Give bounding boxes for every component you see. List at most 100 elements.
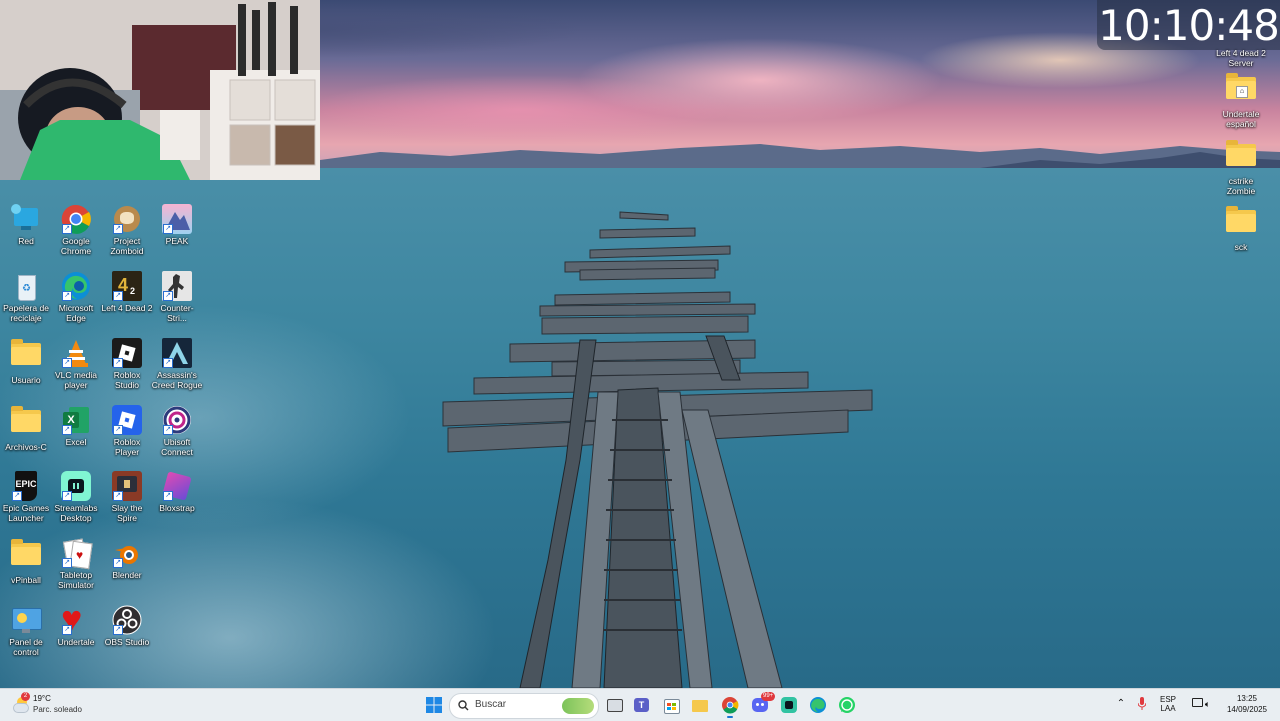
desktop-icon-red[interactable]: Red bbox=[0, 204, 52, 246]
desktop-icon-left4dead2[interactable]: 4 2 ↗ Left 4 Dead 2 bbox=[101, 271, 153, 313]
assassins-creed-icon: ↗ bbox=[162, 338, 192, 368]
desktop-icon-label: Microsoft Edge bbox=[58, 303, 94, 323]
streamlabs-icon bbox=[781, 697, 797, 713]
desktop-icon-blender[interactable]: ↗ Blender bbox=[101, 538, 153, 580]
taskbar-clock[interactable]: 13:25 14/09/2025 bbox=[1222, 694, 1272, 714]
control-panel-icon bbox=[11, 605, 42, 635]
desktop-icon-label: cstrike Zombie bbox=[1226, 176, 1256, 196]
bloxstrap-icon: ↗ bbox=[162, 471, 192, 501]
desktop-icon-project-zomboid[interactable]: ↗ Project Zomboid bbox=[101, 204, 153, 256]
chrome-icon bbox=[722, 697, 739, 714]
microphone-icon bbox=[1137, 697, 1147, 710]
desktop-icon-label: Papelera de reciclaje bbox=[3, 303, 49, 323]
folder-icon bbox=[11, 406, 41, 440]
teams-button[interactable]: T bbox=[632, 695, 652, 715]
desktop-icon-label: Google Chrome bbox=[60, 236, 92, 256]
counter-strike-icon: ↗ bbox=[162, 271, 192, 301]
desktop-icon-google-chrome[interactable]: ↗ Google Chrome bbox=[50, 204, 102, 256]
task-view-button[interactable] bbox=[604, 695, 624, 715]
desktop-icon-archivos-c[interactable]: Archivos-C bbox=[0, 405, 52, 452]
desktop-icon-label: Counter-Stri... bbox=[160, 303, 194, 323]
store-icon bbox=[664, 699, 680, 714]
language-indicator[interactable]: ESP LAA bbox=[1155, 695, 1181, 713]
desktop-icon-label: Archivos-C bbox=[5, 442, 47, 452]
folder-icon bbox=[1226, 206, 1256, 240]
desktop-icon-peak[interactable]: ↗ PEAK bbox=[151, 204, 203, 246]
desktop-icon-roblox-player[interactable]: ↗ Roblox Player bbox=[101, 405, 153, 457]
file-explorer-button[interactable] bbox=[690, 695, 710, 715]
chrome-icon: ↗ bbox=[61, 204, 91, 234]
roblox-studio-icon: ↗ bbox=[112, 338, 142, 368]
desktop-icon-tabletop-simulator[interactable]: ♥ ↗ Tabletop Simulator bbox=[50, 538, 102, 590]
desktop-icon-streamlabs[interactable]: ↗ Streamlabs Desktop bbox=[50, 471, 102, 523]
weather-alert-badge: 2 bbox=[21, 692, 30, 701]
chrome-button[interactable] bbox=[720, 695, 740, 718]
peak-icon: ↗ bbox=[162, 204, 192, 234]
chevron-up-icon: ⌃ bbox=[1116, 698, 1126, 709]
vlc-icon: ↗ bbox=[61, 338, 91, 368]
desktop-icon-vpinball[interactable]: vPinball bbox=[0, 538, 52, 585]
webcam-overlay bbox=[0, 0, 320, 180]
language-line1: ESP bbox=[1159, 695, 1176, 704]
folder-icon bbox=[1226, 140, 1256, 174]
desktop-icon-label: Usuario bbox=[11, 375, 41, 385]
desktop-icon-left4dead2-server[interactable]: Left 4 dead 2 Server bbox=[1215, 38, 1267, 68]
ubisoft-icon: ↗ bbox=[162, 405, 192, 435]
desktop-icon-cstrike-zombie[interactable]: cstrike Zombie bbox=[1215, 139, 1267, 196]
whatsapp-icon bbox=[839, 697, 855, 713]
discord-button[interactable]: 99+ bbox=[750, 692, 776, 715]
language-line2: LAA bbox=[1160, 704, 1176, 713]
store-button[interactable] bbox=[661, 695, 681, 715]
start-button[interactable] bbox=[424, 695, 444, 715]
tabletop-simulator-icon: ♥ ↗ bbox=[61, 538, 93, 570]
desktop-icon-panel-de-control[interactable]: Panel de control bbox=[0, 605, 52, 657]
active-indicator bbox=[727, 716, 733, 718]
desktop-icon-label: Roblox Player bbox=[113, 437, 141, 457]
streamlabs-icon: ↗ bbox=[61, 471, 91, 501]
recycle-bin-icon: ♻ bbox=[11, 271, 41, 301]
desktop-icon-assassins-creed[interactable]: ↗ Assassin's Creed Rogue bbox=[151, 338, 203, 390]
desktop-icon-undertale[interactable]: ♥ ↗ Undertale bbox=[50, 598, 102, 648]
obs-icon: ↗ bbox=[112, 605, 142, 635]
left4dead2-icon: 4 2 ↗ bbox=[112, 271, 142, 301]
desktop-icon-label: sck bbox=[1234, 242, 1248, 252]
weather-icon: 2 bbox=[12, 692, 30, 713]
search-placeholder: Buscar bbox=[475, 699, 507, 710]
folder-icon bbox=[11, 539, 41, 573]
desktop-icon-papelera[interactable]: ♻ Papelera de reciclaje bbox=[0, 271, 52, 323]
whatsapp-button[interactable] bbox=[837, 695, 857, 715]
desktop-icon-roblox-studio[interactable]: ↗ Roblox Studio bbox=[101, 338, 153, 390]
folder-icon bbox=[1226, 38, 1256, 46]
desktop-icon-obs-studio[interactable]: ↗ OBS Studio bbox=[101, 605, 153, 647]
desktop-icon-counter-strike[interactable]: ↗ Counter-Stri... bbox=[151, 271, 203, 323]
edge-button[interactable] bbox=[808, 695, 828, 715]
streamlabs-button[interactable] bbox=[779, 695, 799, 715]
desktop-icon-label: Project Zomboid bbox=[110, 236, 144, 256]
desktop-icon-usuario[interactable]: Usuario bbox=[0, 338, 52, 385]
search-highlight-icon bbox=[562, 698, 594, 714]
desktop-icon-bloxstrap[interactable]: ↗ Bloxstrap bbox=[151, 471, 203, 513]
desktop-icon-sck[interactable]: sck bbox=[1215, 205, 1267, 252]
show-hidden-icons-button[interactable]: ⌃ bbox=[1115, 698, 1127, 709]
desktop-icon-label: Bloxstrap bbox=[159, 503, 195, 513]
desktop-icon-ubisoft-connect[interactable]: ↗ Ubisoft Connect bbox=[151, 405, 203, 457]
quick-settings-button[interactable]: 🔈︎ bbox=[1186, 698, 1216, 710]
epic-games-icon: EPIC ↗ bbox=[11, 471, 41, 501]
windows-icon bbox=[426, 697, 442, 713]
undertale-icon: ♥ ↗ bbox=[61, 598, 83, 639]
desktop-icon-vlc[interactable]: ↗ VLC media player bbox=[50, 338, 102, 390]
edge-icon bbox=[810, 697, 826, 713]
desktop-icon-excel[interactable]: X ↗ Excel bbox=[50, 405, 102, 447]
desktop-icon-label: Excel bbox=[65, 437, 87, 447]
desktop-icon-microsoft-edge[interactable]: ↗ Microsoft Edge bbox=[50, 271, 102, 323]
desktop-icon-undertale-espanol[interactable]: ⌂ Undertale español bbox=[1215, 72, 1267, 129]
desktop-icon-label: Left 4 Dead 2 bbox=[101, 303, 153, 313]
desktop-icon-epic-games[interactable]: EPIC ↗ Epic Games Launcher bbox=[0, 471, 52, 523]
microphone-button[interactable] bbox=[1136, 697, 1148, 712]
desktop-icon-label: Slay the Spire bbox=[111, 503, 143, 523]
webcam-image bbox=[0, 0, 320, 180]
desktop-icon-label: PEAK bbox=[165, 236, 189, 246]
network-status-icon bbox=[1191, 698, 1203, 707]
desktop-icon-slay-the-spire[interactable]: ↗ Slay the Spire bbox=[101, 471, 153, 523]
taskbar-search-box[interactable]: Buscar bbox=[449, 693, 599, 719]
